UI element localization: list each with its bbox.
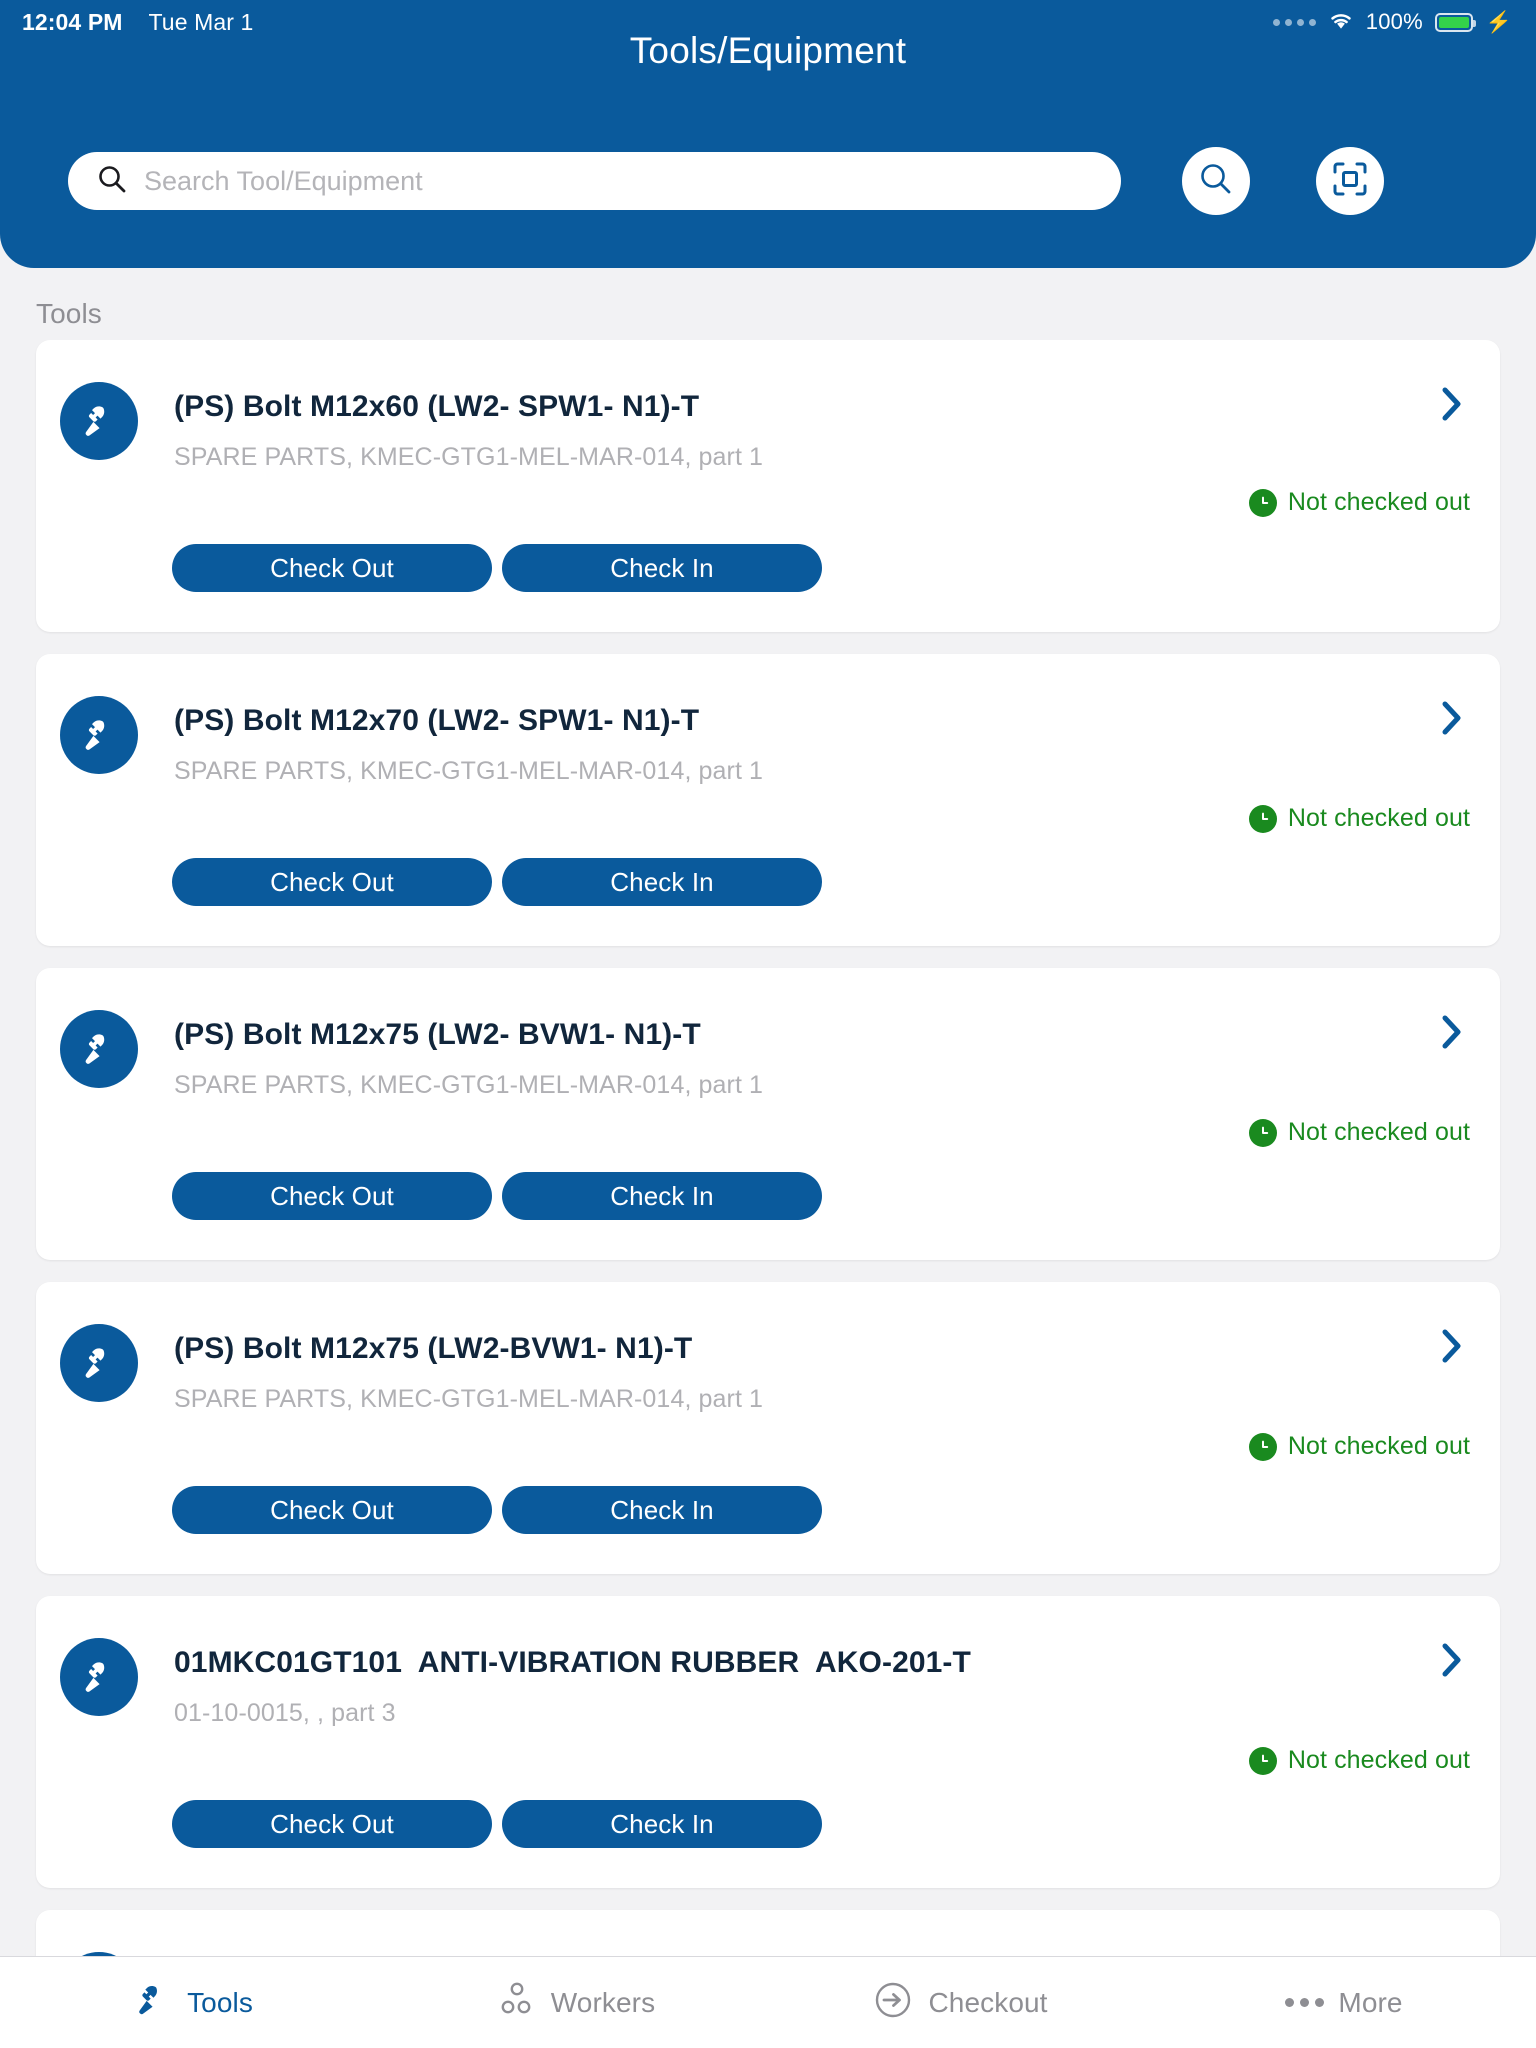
hammer-icon xyxy=(60,382,138,460)
cellular-dots-icon xyxy=(1272,18,1316,26)
status-label: Not checked out xyxy=(1287,1746,1470,1774)
check-in-button[interactable]: Check In xyxy=(502,1172,822,1220)
check-out-button[interactable]: Check Out xyxy=(172,1800,492,1848)
tab-more[interactable]: More xyxy=(1152,1957,1536,2048)
chevron-right-icon[interactable] xyxy=(1440,1012,1464,1057)
tab-label-workers: Workers xyxy=(550,1986,656,2018)
tab-tools[interactable]: Tools xyxy=(0,1957,384,2048)
tab-label-tools: Tools xyxy=(187,1986,253,2018)
tool-actions: Check Out Check In xyxy=(172,1486,822,1534)
tool-title: (PS) Bolt M12x75 (LW2-BVW1- N1)-T xyxy=(174,1332,693,1365)
status-label: Not checked out xyxy=(1287,1118,1470,1146)
bottom-tab-bar: Tools Workers Checkout More xyxy=(0,1956,1536,2048)
page-title: Tools/Equipment xyxy=(629,30,907,71)
search-row xyxy=(0,140,1536,222)
tools-equipment-screen: 12:04 PM Tue Mar 1 100% ⚡ Tools/Equipmen… xyxy=(0,0,1536,2048)
tab-label-more: More xyxy=(1338,1986,1403,2018)
check-out-button[interactable]: Check Out xyxy=(172,1172,492,1220)
status-badge: Not checked out xyxy=(1248,1118,1470,1147)
ellipsis-icon xyxy=(1285,1998,1325,2007)
clock-icon xyxy=(1248,1746,1277,1775)
check-in-button[interactable]: Check In xyxy=(502,1800,822,1848)
chevron-right-icon[interactable] xyxy=(1440,1326,1464,1371)
hammer-icon xyxy=(131,1979,173,2026)
status-badge: Not checked out xyxy=(1248,488,1470,517)
check-out-button[interactable]: Check Out xyxy=(172,544,492,592)
hammer-icon xyxy=(60,1638,138,1716)
tool-actions: Check Out Check In xyxy=(172,1800,822,1848)
check-in-button[interactable]: Check In xyxy=(502,544,822,592)
search-field-container[interactable] xyxy=(68,152,1121,210)
check-out-button[interactable]: Check Out xyxy=(172,1486,492,1534)
tool-card[interactable]: (PS) Bolt M12x75 (LW2- BVW1- N1)-T SPARE… xyxy=(36,968,1500,1260)
search-input[interactable] xyxy=(144,152,1121,210)
tool-card[interactable]: (PS) Bolt M12x70 (LW2- SPW1- N1)-T SPARE… xyxy=(36,654,1500,946)
tool-actions: Check Out Check In xyxy=(172,1172,822,1220)
search-button[interactable] xyxy=(1182,147,1250,215)
status-label: Not checked out xyxy=(1287,804,1470,832)
tool-card[interactable]: (PS) Bolt M12x75 (LW2-BVW1- N1)-T SPARE … xyxy=(36,1282,1500,1574)
arrow-right-circle-icon xyxy=(872,1979,914,2026)
clock-icon xyxy=(1248,1118,1277,1147)
clock-icon xyxy=(1248,804,1277,833)
magnifier-icon xyxy=(1197,160,1235,203)
scan-frame-icon xyxy=(1330,159,1370,204)
tool-title: 01MKC01GT101 ANTI-VIBRATION RUBBER AKO-2… xyxy=(174,1646,971,1679)
status-badge: Not checked out xyxy=(1248,804,1470,833)
tool-title: (PS) Bolt M12x60 (LW2- SPW1- N1)-T xyxy=(174,390,700,423)
clock-icon xyxy=(1248,488,1277,517)
clock-icon xyxy=(1248,1432,1277,1461)
workers-icon xyxy=(497,1980,537,2025)
battery-icon xyxy=(1434,12,1476,32)
status-badge: Not checked out xyxy=(1248,1432,1470,1461)
app-header: 12:04 PM Tue Mar 1 100% ⚡ Tools/Equipmen… xyxy=(0,0,1536,268)
tool-card[interactable]: 01MKC01GT101 ANTI-VIBRATION RUBBER AKO-2… xyxy=(36,1596,1500,1888)
tool-actions: Check Out Check In xyxy=(172,858,822,906)
check-in-button[interactable]: Check In xyxy=(502,858,822,906)
hammer-icon xyxy=(60,696,138,774)
status-label: Not checked out xyxy=(1287,1432,1470,1460)
tool-subtitle: SPARE PARTS, KMEC-GTG1-MEL-MAR-014, part… xyxy=(174,1385,764,1413)
check-in-button[interactable]: Check In xyxy=(502,1486,822,1534)
tool-card[interactable]: (PS) Bolt M12x60 (LW2- SPW1- N1)-T SPARE… xyxy=(36,340,1500,632)
status-label: Not checked out xyxy=(1287,488,1470,516)
tool-subtitle: SPARE PARTS, KMEC-GTG1-MEL-MAR-014, part… xyxy=(174,757,764,785)
tool-subtitle: SPARE PARTS, KMEC-GTG1-MEL-MAR-014, part… xyxy=(174,443,764,471)
chevron-right-icon[interactable] xyxy=(1440,1640,1464,1685)
tab-label-checkout: Checkout xyxy=(928,1986,1048,2018)
tool-actions: Check Out Check In xyxy=(172,544,822,592)
hammer-icon xyxy=(60,1010,138,1088)
tool-subtitle: SPARE PARTS, KMEC-GTG1-MEL-MAR-014, part… xyxy=(174,1071,764,1099)
tab-workers[interactable]: Workers xyxy=(384,1957,768,2048)
chevron-right-icon[interactable] xyxy=(1440,384,1464,429)
status-badge: Not checked out xyxy=(1248,1746,1470,1775)
hammer-icon xyxy=(60,1324,138,1402)
scan-button[interactable] xyxy=(1316,147,1384,215)
tool-title: (PS) Bolt M12x70 (LW2- SPW1- N1)-T xyxy=(174,704,700,737)
chevron-right-icon[interactable] xyxy=(1440,698,1464,743)
section-label: Tools xyxy=(36,298,102,329)
tools-list[interactable]: (PS) Bolt M12x60 (LW2- SPW1- N1)-T SPARE… xyxy=(0,340,1536,1975)
tool-title: (PS) Bolt M12x75 (LW2- BVW1- N1)-T xyxy=(174,1018,701,1051)
tool-subtitle: 01-10-0015, , part 3 xyxy=(174,1699,396,1727)
search-icon xyxy=(96,163,128,200)
tab-checkout[interactable]: Checkout xyxy=(768,1957,1152,2048)
check-out-button[interactable]: Check Out xyxy=(172,858,492,906)
